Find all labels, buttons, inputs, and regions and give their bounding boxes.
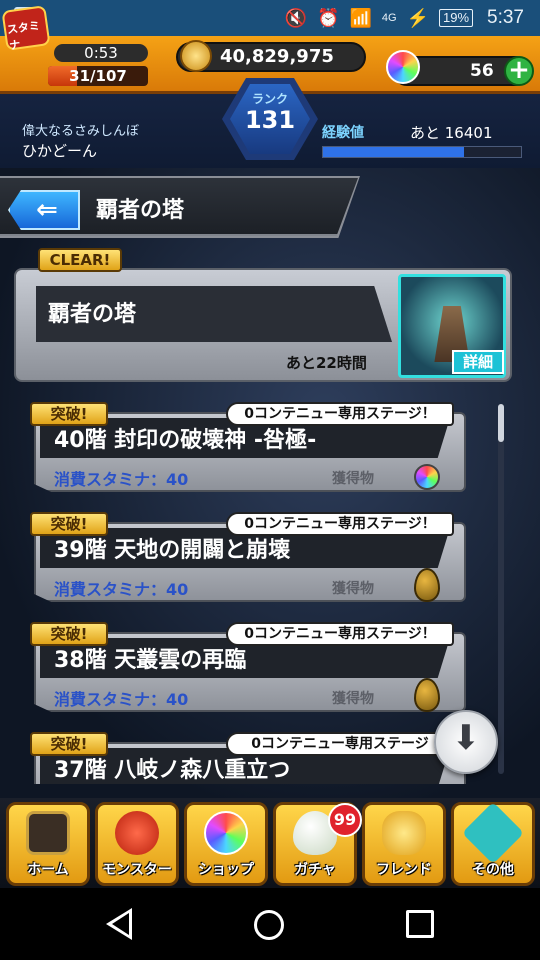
android-back-icon[interactable] [106, 908, 132, 940]
stage-stamina: 消費スタミナ：40 [54, 690, 189, 709]
exp-label: 経験値 [322, 125, 364, 141]
stage-item[interactable]: 38階 天叢雲の再臨 消費スタミナ：40 獲得物 突破! 0コンテニュー専用ステ… [20, 614, 468, 716]
stage-stamina: 消費スタミナ：40 [54, 470, 189, 489]
coin-icon [180, 40, 212, 72]
page-title: 覇者の塔 [96, 198, 185, 223]
gacha-count-badge: 99 [328, 803, 362, 837]
clock: 5:37 [487, 7, 524, 28]
nav-gacha-label: ガチャ [294, 862, 336, 878]
mute-icon: 🔇 [284, 7, 308, 28]
stamina-icon: スタミナ [1, 5, 51, 53]
tower-time-left: あと22時間 [286, 354, 367, 372]
stage-item[interactable]: 37階 八岐ノ森八重立つ 突破! 0コンテニュー専用ステージ [20, 724, 468, 784]
stage-title: 40階 封印の破壊神 -咎極- [54, 428, 317, 453]
zero-continue-badge: 0コンテニュー専用ステージ [226, 732, 454, 756]
status-icons: 🔇 ⏰ 📶 4G ⚡ 19% 5:37 [285, 6, 524, 30]
gold-egg-icon [414, 568, 440, 602]
rank-value: 131 [244, 106, 296, 134]
scroll-down-button[interactable]: ⬇ [434, 710, 498, 774]
buy-orbs-button[interactable]: + [504, 56, 534, 86]
cleared-badge: 突破! [30, 512, 108, 536]
list-scrollbar-track[interactable] [498, 404, 504, 774]
nav-shop-label: ショップ [198, 862, 254, 878]
exp-fill [323, 147, 464, 157]
stage-title: 37階 八岐ノ森八重立つ [54, 758, 291, 783]
orb-icon [386, 50, 420, 84]
stage-drop-label: 獲得物 [332, 471, 374, 487]
zero-continue-badge: 0コンテニュー専用ステージ！ [226, 622, 454, 646]
monster-dragon-icon [115, 811, 159, 855]
stage-stamina: 消費スタミナ：40 [54, 580, 189, 599]
cleared-badge: 突破! [30, 402, 108, 426]
stamina-value: 31/107 [69, 67, 127, 85]
android-home-icon[interactable] [254, 910, 284, 940]
nav-other-button[interactable]: その他 [451, 801, 535, 886]
home-gate-icon [26, 811, 70, 855]
stage-item[interactable]: 40階 封印の破壊神 -咎極- 消費スタミナ：40 獲得物 突破! 0コンテニュ… [20, 394, 468, 496]
gold-value: 40,829,975 [220, 46, 334, 67]
stage-drop-label: 獲得物 [332, 691, 374, 707]
nav-monster-label: モンスター [102, 862, 172, 878]
detail-label[interactable]: 詳細 [452, 350, 504, 374]
player-name: ひかどーん [22, 142, 98, 160]
friend-people-icon [382, 811, 426, 855]
nav-friend-button[interactable]: フレンド [362, 802, 446, 886]
stamina-timer: 0:53 [54, 44, 148, 62]
back-arrow-icon: ⇐ [36, 195, 58, 225]
clear-badge: CLEAR! [38, 248, 122, 272]
battery-level: 19% [438, 9, 474, 27]
download-arrow-icon: ⬇ [451, 718, 481, 758]
stage-item[interactable]: 39階 天地の開闢と崩壊 消費スタミナ：40 獲得物 突破! 0コンテニュー専用… [20, 504, 468, 606]
back-button[interactable]: ⇐ [8, 190, 80, 230]
rank-label: ランク [251, 92, 288, 106]
list-scrollbar-thumb[interactable] [498, 404, 504, 442]
exp-remaining: あと 16401 [410, 124, 493, 142]
cleared-badge: 突破! [30, 622, 108, 646]
nav-other-label: その他 [472, 862, 514, 878]
nav-monster-button[interactable]: モンスター [95, 802, 179, 886]
other-question-icon [461, 801, 525, 865]
stamina-label: スタミナ [6, 19, 41, 53]
charging-icon: ⚡ [406, 7, 429, 28]
android-recents-icon[interactable] [406, 910, 434, 938]
wifi-icon: 📶 [349, 7, 372, 28]
nav-friend-label: フレンド [376, 862, 432, 878]
exp-bar [322, 146, 522, 158]
cleared-badge: 突破! [30, 732, 108, 756]
zero-continue-badge: 0コンテニュー専用ステージ！ [226, 402, 454, 426]
stage-drop-label: 獲得物 [332, 581, 374, 597]
orb-value: 56 [470, 61, 494, 81]
rainbow-orb-icon [414, 464, 440, 490]
gold-egg-icon [414, 678, 440, 712]
nav-home-label: ホーム [27, 862, 69, 878]
tower-name: 覇者の塔 [48, 302, 137, 327]
stage-title: 39階 天地の開闢と崩壊 [54, 538, 291, 563]
nav-shop-button[interactable]: ショップ [184, 802, 268, 886]
zero-continue-badge: 0コンテニュー専用ステージ！ [226, 512, 454, 536]
status-bar: 🔇 ⏰ 📶 4G ⚡ 19% 5:37 [0, 0, 540, 36]
nav-home-button[interactable]: ホーム [6, 802, 90, 886]
stage-title: 38階 天叢雲の再臨 [54, 648, 247, 673]
player-title: 偉大なるさみしんぼ [22, 124, 140, 139]
shop-orb-icon [204, 811, 248, 855]
alarm-icon: ⏰ [317, 7, 340, 28]
network-type: 4G [381, 12, 397, 24]
